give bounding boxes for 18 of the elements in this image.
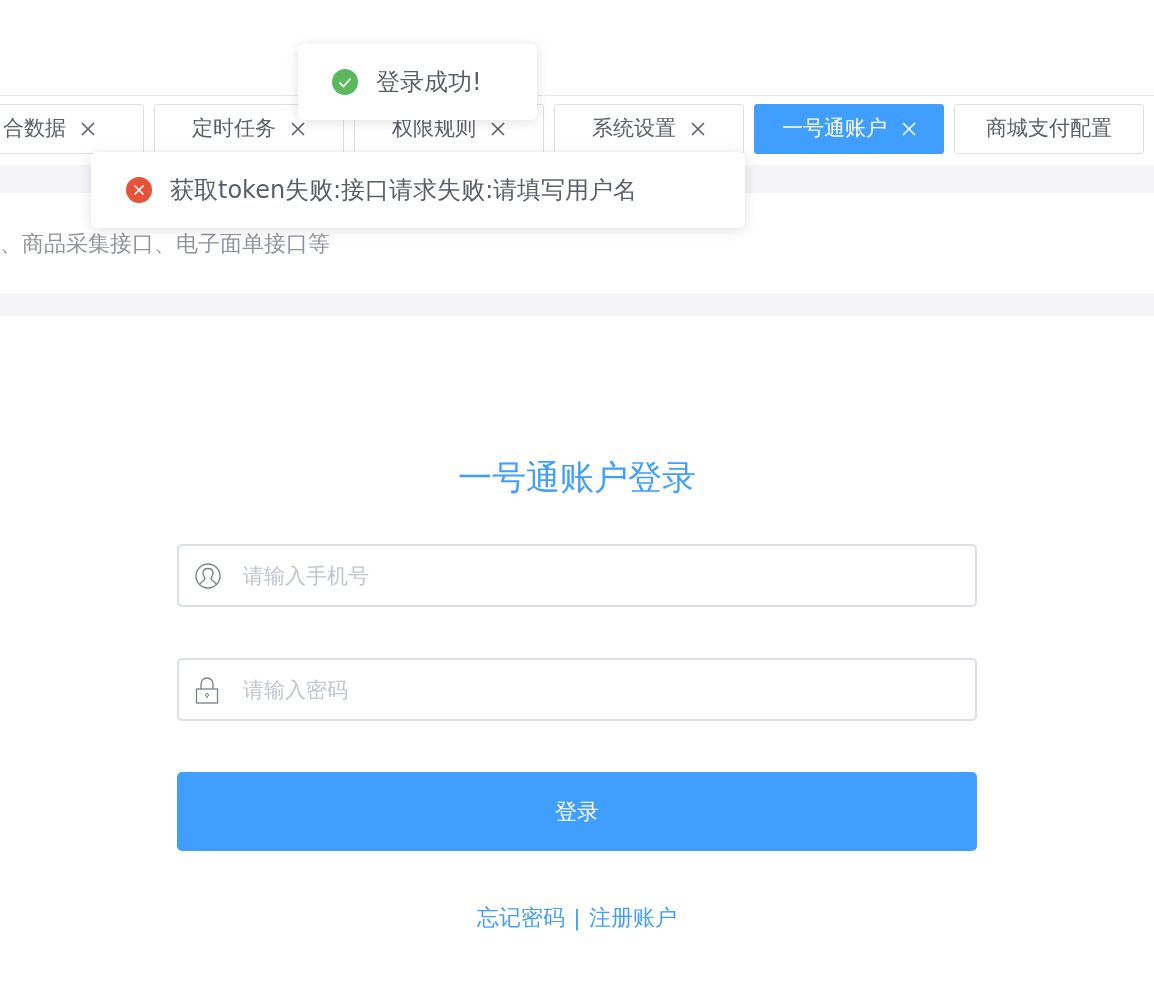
check-circle-icon <box>332 69 358 95</box>
error-circle-icon <box>126 177 152 203</box>
password-field[interactable]: 请输入密码 <box>177 658 977 721</box>
message-text: 登录成功! <box>376 67 482 98</box>
close-icon[interactable] <box>690 121 706 137</box>
lock-icon <box>195 675 219 704</box>
user-icon <box>195 562 221 589</box>
tab[interactable]: 系统设置 <box>554 104 744 154</box>
login-title: 一号通账户登录 <box>457 456 697 498</box>
tab[interactable]: 商城支付配置 <box>954 104 1144 154</box>
description-text: 、商品采集接口、电子面单接口等 <box>0 230 330 258</box>
separator: | <box>573 904 581 933</box>
close-icon[interactable] <box>290 121 306 137</box>
phone-field[interactable]: 请输入手机号 <box>177 544 977 607</box>
close-icon[interactable] <box>490 121 506 137</box>
close-icon[interactable] <box>79 121 96 137</box>
tab[interactable]: 合数据 <box>0 104 144 154</box>
message-text: 获取token失败:接口请求失败:请填写用户名 <box>170 175 638 206</box>
